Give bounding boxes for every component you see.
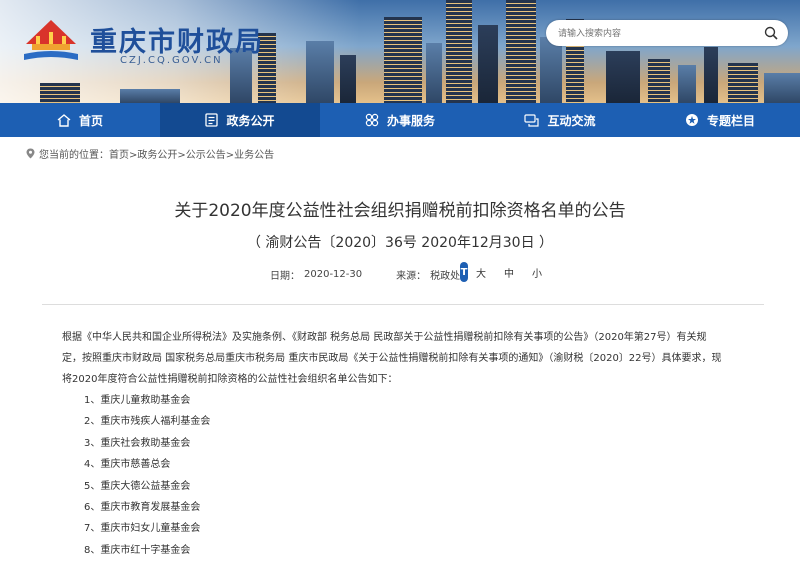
breadcrumb: 您当前的位置： 首页>政务公开>公示公告>业务公告: [26, 146, 274, 161]
header-banner: 重庆市财政局 CZJ.CQ.GOV.CN: [0, 0, 800, 103]
body-line: 根据《中华人民共和国企业所得税法》及实施条例、《财政部 税务总局 民政部关于公益…: [62, 332, 707, 343]
star-icon: [685, 114, 698, 126]
nav-item-label: 政务公开: [226, 113, 275, 128]
search-icon[interactable]: [764, 26, 778, 40]
building: [40, 83, 80, 103]
logo-icon: [24, 20, 78, 60]
font-size-small[interactable]: 小: [532, 265, 542, 280]
search-box[interactable]: [546, 20, 788, 46]
building: [426, 43, 442, 103]
article-title: 关于2020年度公益性社会组织捐赠税前扣除资格名单的公告: [174, 201, 626, 221]
list-item: 3、重庆社会救助基金会: [84, 437, 191, 449]
publish-date: 2020-12-30: [304, 269, 363, 280]
building: [384, 17, 422, 103]
chat-icon: [524, 113, 540, 127]
nav-item-government-affairs[interactable]: 政务公开: [160, 103, 320, 137]
building: [764, 73, 800, 103]
site-domain: CZJ.CQ.GOV.CN: [120, 55, 223, 66]
service-icon: [365, 113, 379, 127]
building: [606, 51, 640, 103]
document-icon: [205, 113, 219, 127]
building: [120, 89, 180, 103]
body-line: 定，按照重庆市财政局 国家税务总局重庆市税务局 重庆市民政局《关于公益性捐赠税前…: [62, 353, 722, 364]
building: [506, 0, 536, 103]
nav-item-interaction[interactable]: 互动交流: [480, 103, 640, 137]
list-item: 8、重庆市红十字基金会: [84, 544, 191, 556]
building: [728, 63, 758, 103]
nav-item-topics[interactable]: 专题栏目: [640, 103, 800, 137]
body-line: 将2020年度符合公益性捐赠税前扣除资格的公益性社会组织名单公告如下：: [62, 374, 398, 385]
font-size-tools: T 大 中 小: [460, 261, 560, 283]
list-item: 5、重庆大德公益基金会: [84, 480, 191, 492]
building: [678, 65, 696, 103]
date-label: 日期：: [270, 271, 300, 282]
breadcrumb-path[interactable]: 首页>政务公开>公示公告>业务公告: [109, 146, 274, 161]
font-size-icon: T: [460, 262, 468, 282]
building: [340, 55, 356, 103]
list-item: 2、重庆市残疾人福利基金会: [84, 416, 211, 428]
building: [306, 41, 334, 103]
building: [704, 47, 718, 103]
document-number: （ 渝财公告〔2020〕36号 2020年12月30日 ）: [246, 235, 554, 251]
nav-item-label: 首页: [78, 113, 103, 128]
main-nav: 首页 政务公开 办事服务 互动交流 专题栏目: [0, 103, 800, 137]
nav-item-services[interactable]: 办事服务: [320, 103, 480, 137]
location-pin-icon: [26, 148, 35, 159]
nav-item-label: 办事服务: [386, 113, 435, 128]
search-input[interactable]: [558, 26, 748, 40]
site-title[interactable]: 重庆市财政局: [90, 20, 264, 59]
article-meta: 日期： 2020-12-30 来源： 税政处: [270, 267, 460, 282]
font-size-large[interactable]: 大: [476, 265, 486, 280]
source-label: 来源：: [396, 271, 427, 282]
breadcrumb-prefix: 您当前的位置：: [39, 150, 109, 161]
nav-item-label: 互动交流: [547, 113, 596, 128]
home-icon: [57, 113, 71, 127]
list-item: 4、重庆市慈善总会: [84, 459, 171, 471]
nav-item-label: 专题栏目: [706, 113, 755, 128]
list-item: 7、重庆市妇女儿童基金会: [84, 523, 201, 535]
building: [446, 0, 472, 103]
building: [540, 37, 562, 103]
organization-list: 1、重庆儿童救助基金会 2、重庆市残疾人福利基金会 3、重庆社会救助基金会 4、…: [84, 390, 210, 561]
building: [648, 59, 670, 103]
nav-item-home[interactable]: 首页: [0, 103, 160, 137]
divider: [42, 304, 764, 305]
source-value: 税政处: [430, 271, 461, 282]
list-item: 6、重庆市教育发展基金会: [84, 501, 201, 513]
list-item: 1、重庆儿童救助基金会: [84, 395, 191, 406]
building: [478, 25, 498, 103]
font-size-medium[interactable]: 中: [504, 265, 514, 280]
article-body: 根据《中华人民共和国企业所得税法》及实施条例、《财政部 税务总局 民政部关于公益…: [62, 327, 742, 390]
